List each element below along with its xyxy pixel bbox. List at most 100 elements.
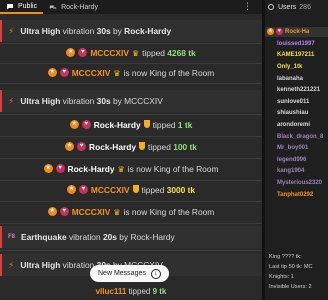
invisible-users-info: Invisible Users: 2 [269, 284, 312, 290]
king-message: ★ ♥ MCCCXIV ♛ is now King of the Room [0, 202, 262, 222]
user-list-item[interactable]: arondoremi [265, 119, 328, 131]
crown-icon: ♛ [113, 68, 121, 78]
users-footer: King ???? tk: Last tip 50 tk: MC Knights… [265, 252, 328, 292]
lightning-icon: ⚡ [8, 95, 15, 106]
tip-verb: tipped [142, 48, 165, 58]
tip-message: ★ ♥ MCCCXIV ♛ tipped 4268 tk [0, 43, 262, 63]
user-name: Mysterious2320 [277, 179, 323, 186]
user-name: shiaushiau [277, 110, 309, 117]
star-badge-icon: ★ [43, 163, 53, 173]
star-badge-icon: ★ [267, 27, 274, 35]
king-user[interactable]: MCCCXIV [72, 68, 111, 78]
user-list-item[interactable]: Black_dragon_8 [265, 131, 328, 143]
user-name: Only_1tk [277, 63, 303, 70]
new-messages-button[interactable]: New Messages ↓ [90, 265, 169, 282]
app-root: Public Rock-Hardy ⋮ ⚡ Ultra High vibrati… [0, 0, 328, 300]
user-name: Mr_boy001 [277, 145, 309, 152]
lightning-icon: ⚡ [8, 259, 15, 270]
top-user-name: Rock-Ha [285, 29, 310, 35]
tipper-name[interactable]: Rock-Hardy [89, 142, 136, 152]
king-text: is now King of the Room [123, 68, 215, 78]
user-list-item[interactable]: kenneth221221 [265, 84, 328, 96]
vibration-word: vibration [62, 260, 95, 270]
tab-private-rock-label: Rock-Hardy [61, 3, 99, 11]
tipper-name[interactable]: MCCCXIV [91, 185, 130, 195]
user-list-item[interactable]: Only_1tk [265, 61, 328, 73]
tipper-name[interactable]: Rock-Hardy [94, 120, 141, 130]
vibration-word: vibration [62, 96, 95, 106]
star-badge-icon: ★ [66, 47, 76, 57]
heart-badge-icon: ♥ [276, 27, 283, 35]
vibration-message: F8 Earthquake vibration 20s by Rock-Hard… [0, 226, 262, 248]
tip-amount: 4268 tk [167, 48, 196, 58]
user-name: louissed1997 [277, 40, 315, 47]
user-name: legend996 [277, 156, 307, 163]
tip-verb: tipped [141, 185, 165, 195]
crown-icon: ♛ [113, 207, 121, 217]
vibration-user[interactable]: Rock-Hardy [124, 26, 171, 36]
user-name: kang1904 [277, 168, 305, 175]
top-user-row[interactable]: ★ ♥ Rock-Ha [265, 27, 328, 37]
tip-amount: 9 tk [152, 286, 167, 296]
heart-badge-icon: ♥ [78, 47, 88, 57]
vibration-level: Ultra High [20, 260, 61, 270]
tip-message: ★ ♥ MCCCXIV tipped 3000 tk [0, 180, 262, 200]
heart-badge-icon: ♥ [59, 206, 69, 216]
knights-info: Knights: 1 [269, 274, 294, 280]
vibration-level: Ultra High [20, 26, 61, 36]
user-list-item[interactable]: Tanphat0292 [265, 189, 328, 201]
king-info: King ???? tk: [269, 254, 302, 260]
vibration-duration: 20s [102, 232, 117, 242]
user-list-item[interactable]: legend996 [265, 154, 328, 166]
heart-badge-icon: ♥ [77, 141, 87, 151]
vibration-level: Ultra High [20, 96, 61, 106]
king-text: is now King of the Room [127, 164, 219, 174]
by-word: by [119, 232, 129, 242]
user-list-item[interactable]: labanaha [265, 73, 328, 85]
heart-badge-icon: ♥ [59, 67, 69, 77]
vibration-duration: 30s [96, 26, 111, 36]
user-list-item[interactable]: louissed1997 [265, 38, 328, 50]
vibration-duration: 30s [96, 96, 111, 106]
vibration-message: ⚡ Ultra High vibration 30s by MCCCXIV [0, 90, 262, 112]
tab-public[interactable]: Public [0, 0, 44, 14]
last-tip-info: Last tip 50 tk: MC [269, 264, 313, 270]
user-list-item[interactable]: sunlove011 [265, 96, 328, 108]
users-title: Users [278, 3, 297, 11]
user-list-item[interactable]: Mysterious2320 [265, 177, 328, 189]
star-badge-icon: ★ [65, 141, 75, 151]
vibration-level-badge: F8 [8, 234, 16, 240]
user-name: arondoremi [277, 121, 311, 128]
vibration-message: ⚡ Ultra High vibration 30s by Rock-Hardy [0, 20, 262, 42]
user-list-item[interactable]: Mr_boy001 [265, 142, 328, 154]
crown-icon: ♛ [117, 164, 125, 174]
king-user[interactable]: MCCCXIV [72, 207, 111, 217]
vibration-word: vibration [62, 26, 95, 36]
more-options-icon[interactable]: ⋮ [243, 1, 252, 11]
tab-private-rock[interactable]: Rock-Hardy [43, 0, 104, 14]
tip-verb: tipped [128, 286, 151, 296]
tipper-name[interactable]: MCCCXIV [90, 48, 129, 58]
user-list-item[interactable]: kang1904 [265, 166, 328, 178]
heart-badge-icon: ♥ [78, 184, 88, 194]
tip-message: ★ ♥ Rock-Hardy tipped 1 tk [0, 115, 262, 135]
king-user[interactable]: Rock-Hardy [68, 164, 115, 174]
tip-amount: 3000 tk [166, 185, 196, 195]
tip-amount: 1 tk [177, 120, 193, 130]
users-panel: Users 286 ★ ♥ Rock-Ha louissed1997 KAME1… [265, 0, 328, 300]
user-list-item[interactable]: shiaushiau [265, 108, 328, 120]
vibration-user[interactable]: Rock-Hardy [130, 232, 174, 242]
chat-bubbles-icon [49, 5, 57, 9]
by-word: by [112, 26, 122, 36]
new-messages-label: New Messages [98, 270, 146, 277]
users-count: 286 [299, 3, 311, 11]
vibration-user[interactable]: MCCCXIV [124, 96, 163, 106]
star-badge-icon: ★ [47, 206, 57, 216]
chat-tabs: Public Rock-Hardy ⋮ [0, 0, 262, 14]
users-header: Users 286 [265, 0, 328, 14]
heart-badge-icon: ♥ [55, 163, 65, 173]
chat-bubble-icon [7, 3, 13, 9]
shield-icon [139, 142, 146, 150]
user-list-item[interactable]: KAME197211 [265, 50, 328, 62]
tipper-name[interactable]: vlluc111 [96, 287, 127, 296]
